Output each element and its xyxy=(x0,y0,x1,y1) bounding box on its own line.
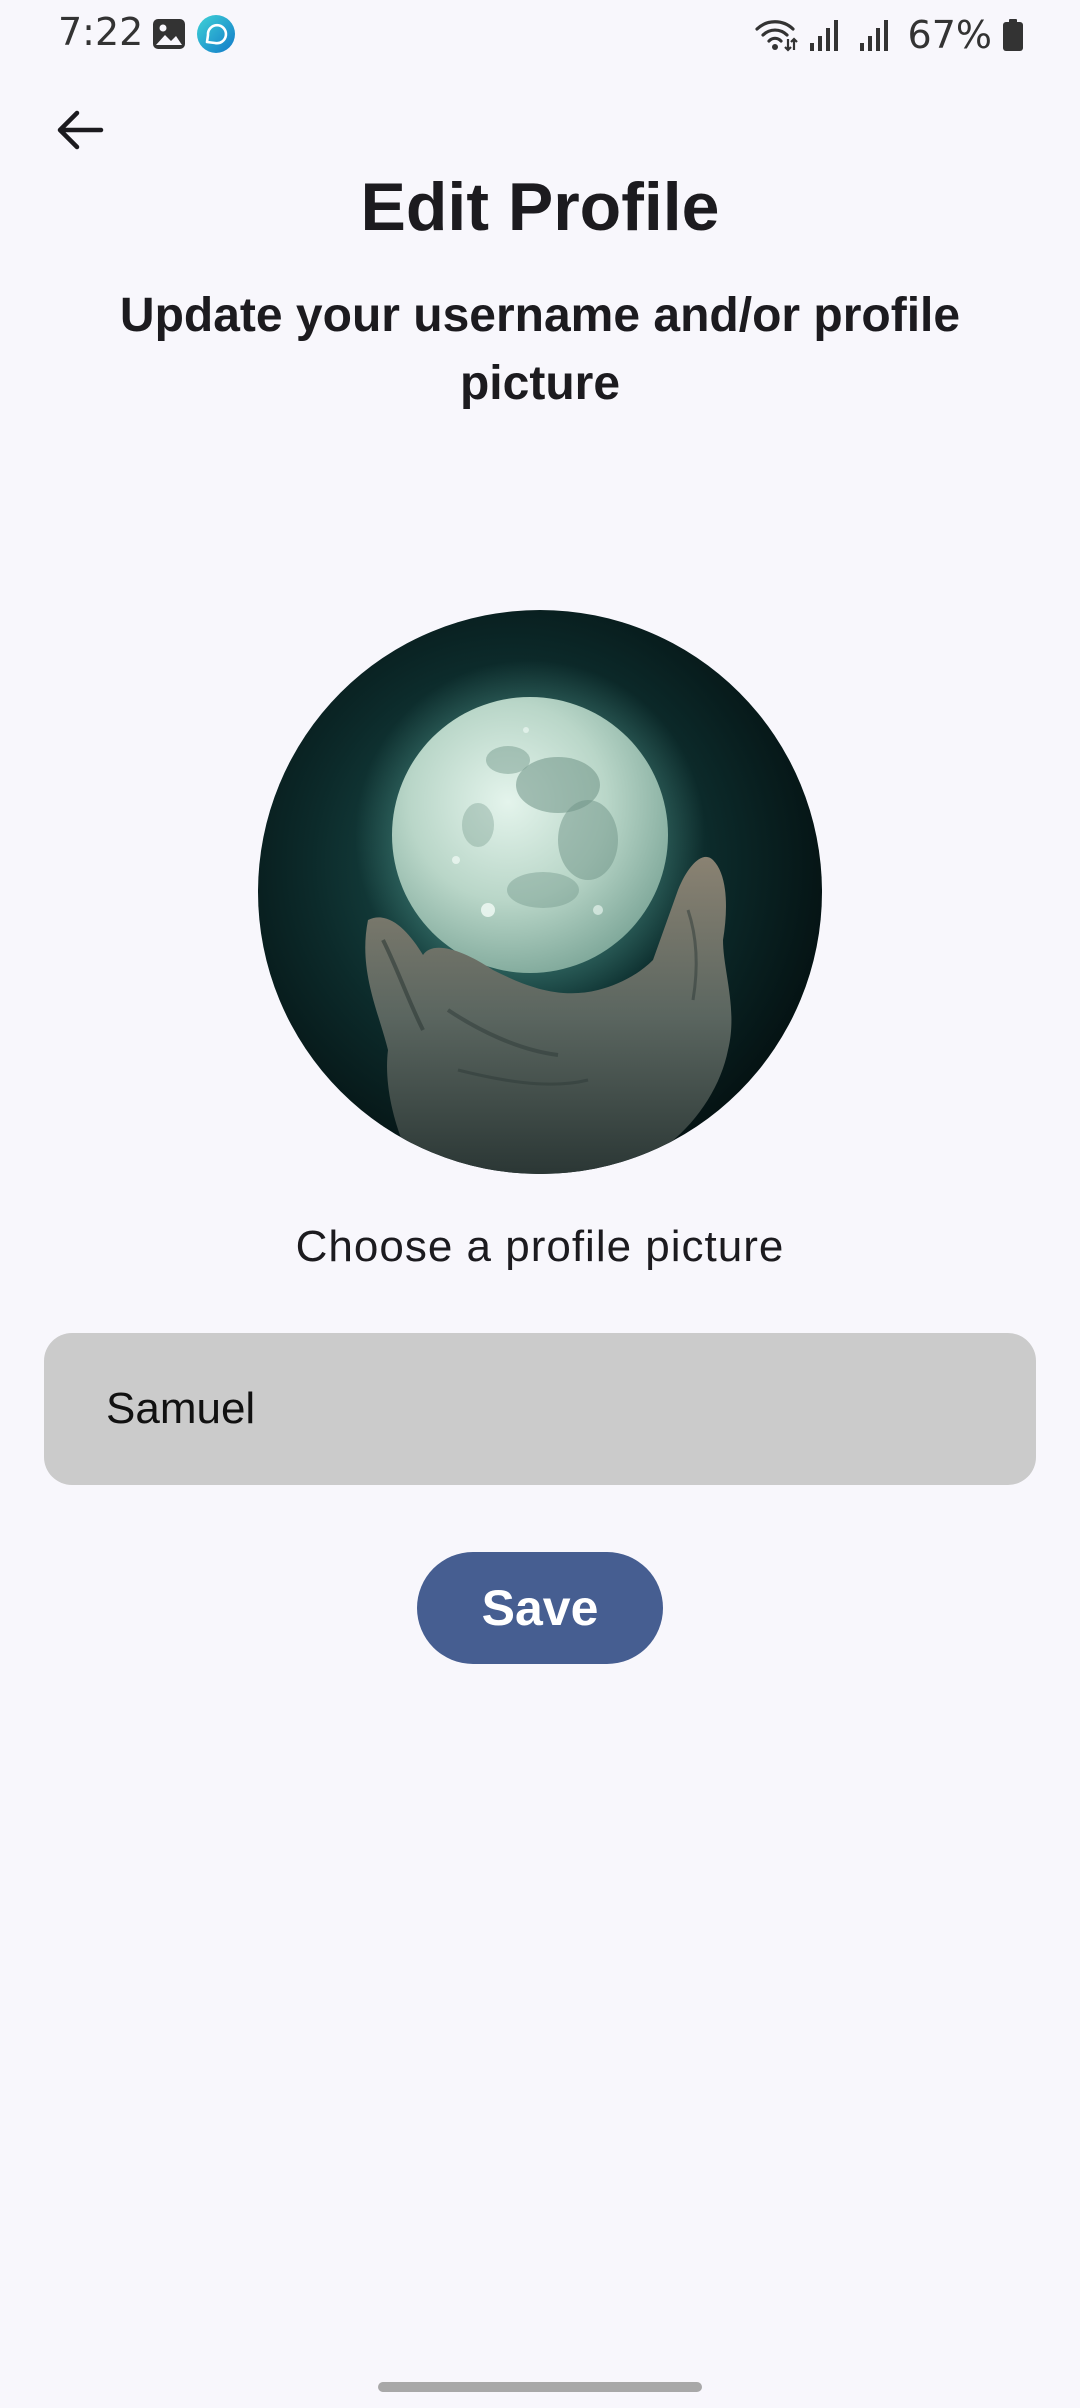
chat-app-icon xyxy=(196,14,236,54)
gallery-icon xyxy=(152,18,186,50)
page-subtitle: Update your username and/or profile pict… xyxy=(119,289,961,410)
save-button[interactable]: Save xyxy=(417,1552,663,1664)
back-button[interactable] xyxy=(44,96,116,168)
status-right-group: 67% xyxy=(754,10,1024,60)
status-bar: 7:22 67% xyxy=(0,0,1080,70)
signal-icon xyxy=(854,17,898,53)
arrow-left-icon xyxy=(53,103,107,162)
battery-icon xyxy=(1002,18,1024,52)
profile-picture-avatar[interactable] xyxy=(258,610,822,1174)
status-time: 7:22 xyxy=(58,10,144,54)
page-title: Edit Profile xyxy=(360,169,720,245)
wifi-icon xyxy=(754,17,798,53)
choose-picture-label[interactable]: Choose a profile picture xyxy=(0,1222,1080,1272)
username-input[interactable] xyxy=(106,1384,974,1434)
username-field[interactable] xyxy=(44,1333,1036,1485)
battery-percentage: 67% xyxy=(907,13,992,57)
signal-icon xyxy=(804,17,848,53)
home-indicator[interactable] xyxy=(378,2382,702,2392)
